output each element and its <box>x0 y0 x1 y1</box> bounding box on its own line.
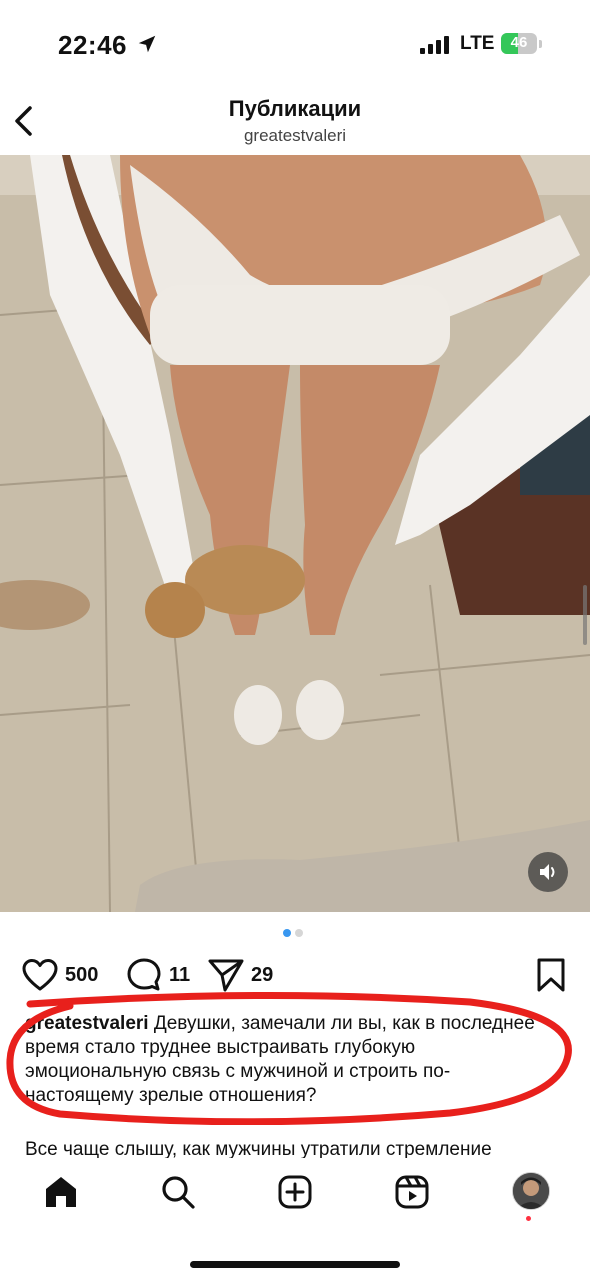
caption-username[interactable]: greatestvaleri <box>25 1013 149 1034</box>
speaker-icon <box>540 864 555 880</box>
bookmark-icon[interactable] <box>537 958 565 992</box>
network-type: LTE <box>460 33 495 54</box>
share-icon[interactable] <box>208 958 244 992</box>
carousel-dot <box>283 929 291 937</box>
reels-icon[interactable] <box>394 1174 430 1210</box>
home-indicator <box>190 1261 400 1268</box>
carousel-indicator <box>283 929 307 939</box>
page-title: Публикации <box>228 96 362 121</box>
post-caption: greatestvaleri Девушки, замечали ли вы, … <box>25 1012 545 1108</box>
comment-count[interactable]: 11 <box>169 964 190 987</box>
share-count[interactable]: 29 <box>251 964 273 987</box>
comment-icon[interactable] <box>127 958 161 992</box>
caption-continuation: Все чаще слышу, как мужчины утратили стр… <box>25 1139 492 1158</box>
post-photo <box>0 155 590 912</box>
battery-icon: 46 <box>501 33 543 55</box>
media-scrollbar <box>583 585 587 645</box>
post-actions: 500 11 29 <box>0 950 590 1000</box>
location-arrow-icon <box>138 35 156 53</box>
carousel-dot <box>295 929 303 937</box>
cellular-signal-icon <box>420 36 449 54</box>
status-bar: 22:46 LTE 46 <box>0 0 590 90</box>
like-count[interactable]: 500 <box>65 964 98 987</box>
bottom-tab-bar <box>0 1158 590 1280</box>
header-username[interactable]: greatestvaleri <box>0 126 590 146</box>
sound-toggle-button[interactable] <box>528 852 568 892</box>
heart-icon[interactable] <box>22 958 58 992</box>
status-time: 22:46 <box>58 30 127 60</box>
profile-avatar[interactable] <box>512 1172 550 1210</box>
page-header: Публикации greatestvaleri <box>0 90 590 155</box>
notification-dot <box>526 1216 531 1221</box>
post-media[interactable] <box>0 155 590 912</box>
home-icon[interactable] <box>43 1174 79 1210</box>
search-icon[interactable] <box>160 1174 196 1210</box>
battery-percent: 46 <box>510 34 528 51</box>
create-icon[interactable] <box>277 1174 313 1210</box>
